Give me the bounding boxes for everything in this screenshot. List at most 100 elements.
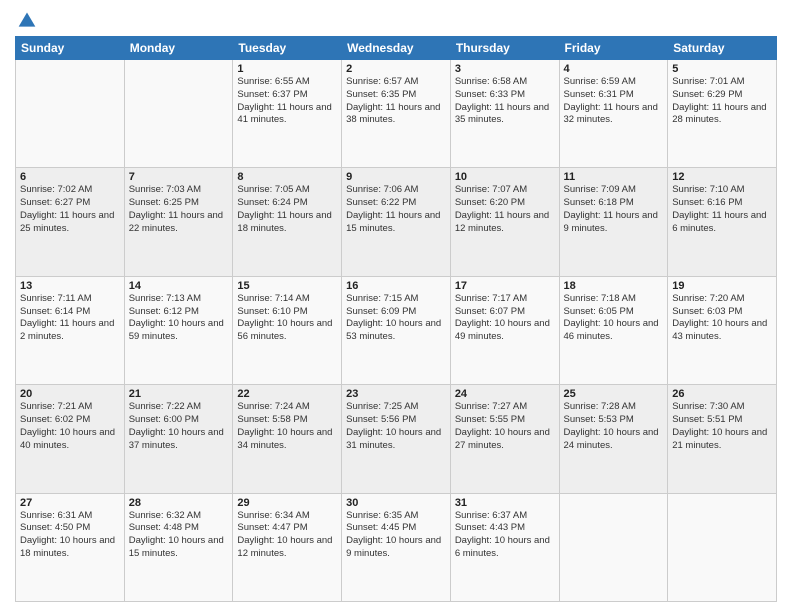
day-info: Sunrise: 7:22 AM Sunset: 6:00 PM Dayligh… (129, 401, 229, 452)
day-number: 30 (346, 497, 446, 509)
calendar-day-cell: 2Sunrise: 6:57 AM Sunset: 6:35 PM Daylig… (342, 60, 451, 168)
calendar-day-cell: 17Sunrise: 7:17 AM Sunset: 6:07 PM Dayli… (450, 276, 559, 384)
day-info: Sunrise: 7:10 AM Sunset: 6:16 PM Dayligh… (672, 184, 772, 235)
day-info: Sunrise: 7:06 AM Sunset: 6:22 PM Dayligh… (346, 184, 446, 235)
calendar-day-cell: 23Sunrise: 7:25 AM Sunset: 5:56 PM Dayli… (342, 385, 451, 493)
day-number: 8 (237, 171, 337, 183)
calendar-day-cell (124, 60, 233, 168)
day-info: Sunrise: 6:37 AM Sunset: 4:43 PM Dayligh… (455, 510, 555, 561)
day-number: 19 (672, 280, 772, 292)
day-number: 18 (564, 280, 664, 292)
day-info: Sunrise: 7:05 AM Sunset: 6:24 PM Dayligh… (237, 184, 337, 235)
day-number: 17 (455, 280, 555, 292)
day-number: 4 (564, 63, 664, 75)
calendar-day-cell: 10Sunrise: 7:07 AM Sunset: 6:20 PM Dayli… (450, 168, 559, 276)
calendar-day-cell: 27Sunrise: 6:31 AM Sunset: 4:50 PM Dayli… (16, 493, 125, 601)
day-number: 14 (129, 280, 229, 292)
calendar-day-cell: 12Sunrise: 7:10 AM Sunset: 6:16 PM Dayli… (668, 168, 777, 276)
day-info: Sunrise: 7:13 AM Sunset: 6:12 PM Dayligh… (129, 293, 229, 344)
calendar-week-row: 1Sunrise: 6:55 AM Sunset: 6:37 PM Daylig… (16, 60, 777, 168)
day-info: Sunrise: 7:02 AM Sunset: 6:27 PM Dayligh… (20, 184, 120, 235)
calendar-day-cell: 4Sunrise: 6:59 AM Sunset: 6:31 PM Daylig… (559, 60, 668, 168)
day-info: Sunrise: 7:20 AM Sunset: 6:03 PM Dayligh… (672, 293, 772, 344)
day-of-week-header: Friday (559, 37, 668, 60)
day-info: Sunrise: 7:25 AM Sunset: 5:56 PM Dayligh… (346, 401, 446, 452)
calendar-day-cell: 26Sunrise: 7:30 AM Sunset: 5:51 PM Dayli… (668, 385, 777, 493)
calendar-day-cell: 24Sunrise: 7:27 AM Sunset: 5:55 PM Dayli… (450, 385, 559, 493)
day-number: 27 (20, 497, 120, 509)
day-number: 16 (346, 280, 446, 292)
day-of-week-header: Saturday (668, 37, 777, 60)
day-number: 9 (346, 171, 446, 183)
day-number: 21 (129, 388, 229, 400)
calendar-table: SundayMondayTuesdayWednesdayThursdayFrid… (15, 36, 777, 602)
day-info: Sunrise: 7:28 AM Sunset: 5:53 PM Dayligh… (564, 401, 664, 452)
day-info: Sunrise: 6:31 AM Sunset: 4:50 PM Dayligh… (20, 510, 120, 561)
logo-icon (17, 10, 37, 30)
day-number: 3 (455, 63, 555, 75)
calendar-day-cell: 6Sunrise: 7:02 AM Sunset: 6:27 PM Daylig… (16, 168, 125, 276)
calendar-day-cell: 22Sunrise: 7:24 AM Sunset: 5:58 PM Dayli… (233, 385, 342, 493)
calendar-day-cell: 15Sunrise: 7:14 AM Sunset: 6:10 PM Dayli… (233, 276, 342, 384)
day-number: 24 (455, 388, 555, 400)
day-info: Sunrise: 6:34 AM Sunset: 4:47 PM Dayligh… (237, 510, 337, 561)
calendar-day-cell: 8Sunrise: 7:05 AM Sunset: 6:24 PM Daylig… (233, 168, 342, 276)
calendar-day-cell: 11Sunrise: 7:09 AM Sunset: 6:18 PM Dayli… (559, 168, 668, 276)
calendar-day-cell: 21Sunrise: 7:22 AM Sunset: 6:00 PM Dayli… (124, 385, 233, 493)
calendar-day-cell: 9Sunrise: 7:06 AM Sunset: 6:22 PM Daylig… (342, 168, 451, 276)
calendar-day-cell: 18Sunrise: 7:18 AM Sunset: 6:05 PM Dayli… (559, 276, 668, 384)
calendar-day-cell: 31Sunrise: 6:37 AM Sunset: 4:43 PM Dayli… (450, 493, 559, 601)
day-of-week-header: Wednesday (342, 37, 451, 60)
day-info: Sunrise: 7:01 AM Sunset: 6:29 PM Dayligh… (672, 76, 772, 127)
calendar-day-cell: 25Sunrise: 7:28 AM Sunset: 5:53 PM Dayli… (559, 385, 668, 493)
day-info: Sunrise: 7:27 AM Sunset: 5:55 PM Dayligh… (455, 401, 555, 452)
day-number: 15 (237, 280, 337, 292)
calendar-day-cell (559, 493, 668, 601)
calendar-day-cell: 20Sunrise: 7:21 AM Sunset: 6:02 PM Dayli… (16, 385, 125, 493)
day-number: 23 (346, 388, 446, 400)
day-info: Sunrise: 7:11 AM Sunset: 6:14 PM Dayligh… (20, 293, 120, 344)
calendar-day-cell: 5Sunrise: 7:01 AM Sunset: 6:29 PM Daylig… (668, 60, 777, 168)
header (15, 10, 777, 30)
calendar-day-cell: 19Sunrise: 7:20 AM Sunset: 6:03 PM Dayli… (668, 276, 777, 384)
day-number: 10 (455, 171, 555, 183)
day-info: Sunrise: 6:59 AM Sunset: 6:31 PM Dayligh… (564, 76, 664, 127)
day-number: 1 (237, 63, 337, 75)
calendar-week-row: 20Sunrise: 7:21 AM Sunset: 6:02 PM Dayli… (16, 385, 777, 493)
day-info: Sunrise: 6:32 AM Sunset: 4:48 PM Dayligh… (129, 510, 229, 561)
day-number: 20 (20, 388, 120, 400)
day-of-week-header: Tuesday (233, 37, 342, 60)
calendar-day-cell: 28Sunrise: 6:32 AM Sunset: 4:48 PM Dayli… (124, 493, 233, 601)
day-number: 31 (455, 497, 555, 509)
day-number: 28 (129, 497, 229, 509)
day-number: 29 (237, 497, 337, 509)
day-info: Sunrise: 6:58 AM Sunset: 6:33 PM Dayligh… (455, 76, 555, 127)
day-info: Sunrise: 6:55 AM Sunset: 6:37 PM Dayligh… (237, 76, 337, 127)
calendar-day-cell: 7Sunrise: 7:03 AM Sunset: 6:25 PM Daylig… (124, 168, 233, 276)
day-info: Sunrise: 7:03 AM Sunset: 6:25 PM Dayligh… (129, 184, 229, 235)
calendar-day-cell: 29Sunrise: 6:34 AM Sunset: 4:47 PM Dayli… (233, 493, 342, 601)
day-of-week-header: Thursday (450, 37, 559, 60)
day-number: 6 (20, 171, 120, 183)
day-number: 5 (672, 63, 772, 75)
calendar-day-cell: 16Sunrise: 7:15 AM Sunset: 6:09 PM Dayli… (342, 276, 451, 384)
calendar-header-row: SundayMondayTuesdayWednesdayThursdayFrid… (16, 37, 777, 60)
calendar-day-cell: 14Sunrise: 7:13 AM Sunset: 6:12 PM Dayli… (124, 276, 233, 384)
day-info: Sunrise: 7:30 AM Sunset: 5:51 PM Dayligh… (672, 401, 772, 452)
day-info: Sunrise: 7:18 AM Sunset: 6:05 PM Dayligh… (564, 293, 664, 344)
calendar-week-row: 6Sunrise: 7:02 AM Sunset: 6:27 PM Daylig… (16, 168, 777, 276)
day-of-week-header: Monday (124, 37, 233, 60)
day-info: Sunrise: 7:21 AM Sunset: 6:02 PM Dayligh… (20, 401, 120, 452)
calendar-day-cell: 3Sunrise: 6:58 AM Sunset: 6:33 PM Daylig… (450, 60, 559, 168)
day-info: Sunrise: 7:17 AM Sunset: 6:07 PM Dayligh… (455, 293, 555, 344)
day-info: Sunrise: 7:07 AM Sunset: 6:20 PM Dayligh… (455, 184, 555, 235)
calendar-day-cell (16, 60, 125, 168)
day-number: 25 (564, 388, 664, 400)
day-number: 12 (672, 171, 772, 183)
day-info: Sunrise: 7:15 AM Sunset: 6:09 PM Dayligh… (346, 293, 446, 344)
calendar-day-cell (668, 493, 777, 601)
calendar-day-cell: 1Sunrise: 6:55 AM Sunset: 6:37 PM Daylig… (233, 60, 342, 168)
day-info: Sunrise: 6:35 AM Sunset: 4:45 PM Dayligh… (346, 510, 446, 561)
day-number: 7 (129, 171, 229, 183)
day-number: 26 (672, 388, 772, 400)
